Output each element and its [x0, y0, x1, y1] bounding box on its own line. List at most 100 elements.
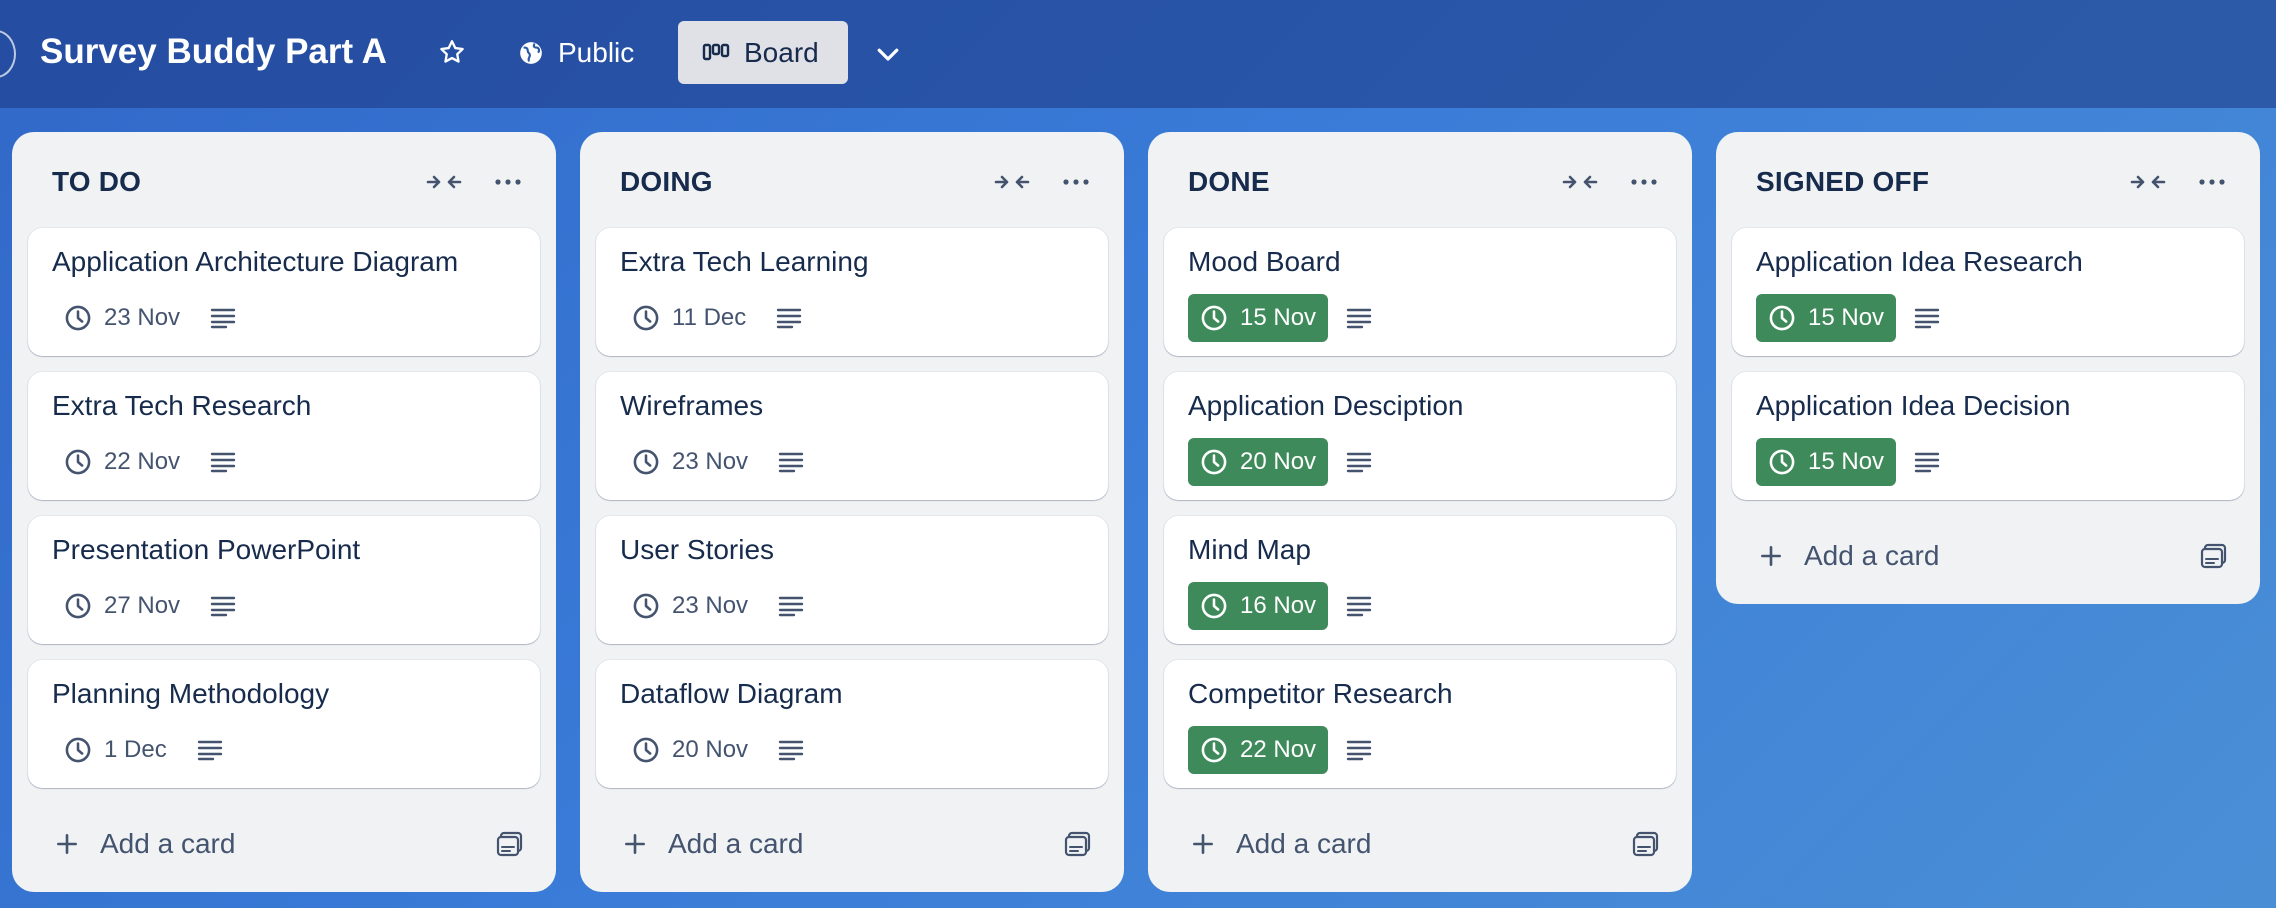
due-date-text: 1 Dec — [104, 736, 167, 763]
chevron-down-icon — [877, 48, 899, 61]
plus-icon — [622, 830, 650, 858]
description-icon — [1346, 304, 1374, 332]
visibility-button[interactable]: Public — [508, 26, 644, 80]
add-card-button[interactable]: Add a card — [1164, 814, 1676, 874]
card-template-icon — [1632, 831, 1659, 857]
card[interactable]: Application Architecture Diagram 23 Nov — [28, 228, 540, 356]
board-title[interactable]: Survey Buddy Part A — [40, 26, 387, 78]
list-header: TO DO — [52, 160, 532, 204]
description-icon — [210, 448, 238, 476]
due-date-badge[interactable]: 20 Nov — [620, 726, 760, 774]
plus-icon — [1758, 542, 1786, 570]
collapse-list-button[interactable] — [420, 160, 468, 204]
card-template-icon — [496, 831, 523, 857]
description-icon — [1346, 736, 1374, 764]
more-icon — [1063, 179, 1089, 185]
card-title: Planning Methodology — [52, 678, 330, 709]
card-title: Application Idea Research — [1756, 246, 2083, 277]
card[interactable]: Extra Tech Research 22 Nov — [28, 372, 540, 500]
list-actions-button[interactable] — [1052, 160, 1100, 204]
due-date-text: 22 Nov — [104, 448, 181, 475]
plus-icon — [1190, 830, 1218, 858]
list-title[interactable]: TO DO — [52, 166, 404, 198]
due-date-text: 15 Nov — [1240, 304, 1317, 331]
due-date-badge[interactable]: 15 Nov — [1756, 438, 1897, 486]
due-date-badge[interactable]: 15 Nov — [1188, 294, 1329, 342]
due-date-badge[interactable]: 22 Nov — [1188, 726, 1329, 774]
list-title[interactable]: SIGNED OFF — [1756, 166, 2108, 198]
card[interactable]: Application Idea Research 15 Nov — [1732, 228, 2244, 356]
card-title: Application Architecture Diagram — [52, 246, 459, 277]
view-switcher-button[interactable] — [862, 28, 914, 80]
create-from-template-button[interactable] — [1058, 824, 1098, 864]
board-view-label: Board — [744, 36, 819, 68]
card[interactable]: Competitor Research 22 Nov — [1164, 660, 1676, 788]
description-icon — [210, 304, 238, 332]
list-title[interactable]: DONE — [1188, 166, 1540, 198]
create-from-template-button[interactable] — [490, 824, 530, 864]
card[interactable]: Application Desciption 20 Nov — [1164, 372, 1676, 500]
visibility-label: Public — [558, 37, 635, 68]
card[interactable]: Presentation PowerPoint 27 Nov — [28, 516, 540, 644]
clock-icon — [1201, 305, 1227, 331]
due-date-badge[interactable]: 27 Nov — [52, 582, 192, 630]
collapse-list-button[interactable] — [988, 160, 1036, 204]
card[interactable]: Mind Map 16 Nov — [1164, 516, 1676, 644]
card[interactable]: Application Idea Decision 15 Nov — [1732, 372, 2244, 500]
card-badges: 1 Dec — [52, 726, 225, 774]
description-icon — [210, 592, 238, 620]
due-date-text: 22 Nov — [1240, 736, 1317, 763]
clock-icon — [1769, 305, 1795, 331]
card-title: Application Idea Decision — [1756, 390, 2071, 421]
list-actions-button[interactable] — [1620, 160, 1668, 204]
due-date-badge[interactable]: 15 Nov — [1756, 294, 1897, 342]
star-board-button[interactable] — [428, 28, 476, 76]
card[interactable]: Wireframes 23 Nov — [596, 372, 1108, 500]
add-card-button[interactable]: Add a card — [28, 814, 540, 874]
card[interactable]: Mood Board 15 Nov — [1164, 228, 1676, 356]
card-badges: 16 Nov — [1188, 582, 1374, 630]
card-title: Competitor Research — [1188, 678, 1453, 709]
list-title[interactable]: DOING — [620, 166, 972, 198]
board-view-button[interactable]: Board — [678, 21, 848, 84]
clock-icon — [633, 305, 659, 331]
due-date-text: 27 Nov — [104, 592, 181, 619]
card[interactable]: User Stories 23 Nov — [596, 516, 1108, 644]
collapse-list-button[interactable] — [2124, 160, 2172, 204]
list-actions-button[interactable] — [484, 160, 532, 204]
due-date-badge[interactable]: 23 Nov — [620, 582, 760, 630]
due-date-badge[interactable]: 20 Nov — [1188, 438, 1329, 486]
card[interactable]: Dataflow Diagram 20 Nov — [596, 660, 1108, 788]
collapse-list-button[interactable] — [1556, 160, 1604, 204]
card-badges: 23 Nov — [620, 438, 806, 486]
plus-icon — [54, 830, 82, 858]
list-actions-button[interactable] — [2188, 160, 2236, 204]
board-header: Survey Buddy Part A Public Board — [0, 0, 2276, 108]
due-date-text: 20 Nov — [1240, 448, 1317, 475]
add-card-label: Add a card — [668, 828, 804, 859]
card-badges: 20 Nov — [620, 726, 806, 774]
workspace-avatar-edge[interactable] — [0, 30, 16, 78]
due-date-text: 23 Nov — [672, 592, 749, 619]
list-to-do: TO DO Application Architecture Diagram 2 — [12, 132, 556, 892]
create-from-template-button[interactable] — [2194, 536, 2234, 576]
add-card-label: Add a card — [100, 828, 236, 859]
board-view-icon — [702, 43, 730, 60]
due-date-badge[interactable]: 22 Nov — [52, 438, 192, 486]
due-date-badge[interactable]: 1 Dec — [52, 726, 179, 774]
card-title: User Stories — [620, 534, 775, 565]
add-card-button[interactable]: Add a card — [596, 814, 1108, 874]
card[interactable]: Extra Tech Learning 11 Dec — [596, 228, 1108, 356]
due-date-badge[interactable]: 23 Nov — [52, 294, 192, 342]
add-card-button[interactable]: Add a card — [1732, 526, 2244, 586]
description-icon — [778, 592, 806, 620]
card-title: Extra Tech Learning — [620, 246, 869, 277]
create-from-template-button[interactable] — [1626, 824, 1666, 864]
card-title: Dataflow Diagram — [620, 678, 843, 709]
due-date-badge[interactable]: 16 Nov — [1188, 582, 1329, 630]
due-date-badge[interactable]: 23 Nov — [620, 438, 760, 486]
card-badges: 15 Nov — [1756, 294, 1942, 342]
card[interactable]: Planning Methodology 1 Dec — [28, 660, 540, 788]
card-badges: 11 Dec — [620, 294, 804, 342]
due-date-badge[interactable]: 11 Dec — [620, 294, 758, 342]
